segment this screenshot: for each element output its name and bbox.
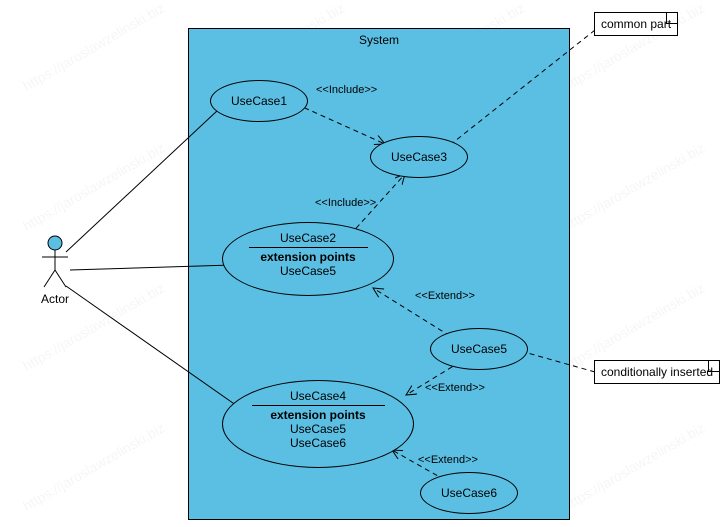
extension-points-heading: extension points: [260, 250, 355, 264]
watermark-text: https://jaroslawzelinski.biz: [560, 419, 707, 513]
usecase-uc2: UseCase2 extension points UseCase5: [222, 222, 394, 296]
usecase-label: UseCase2: [249, 231, 368, 248]
system-title: System: [189, 33, 569, 47]
extension-point: UseCase5: [290, 422, 346, 436]
extension-point: UseCase6: [290, 436, 346, 450]
usecase-uc6: UseCase6: [420, 472, 518, 514]
note-conditionally-inserted: conditionally inserted: [594, 360, 720, 384]
usecase-uc4: UseCase4 extension points UseCase5 UseCa…: [222, 380, 414, 468]
usecase-label: UseCase6: [441, 486, 497, 500]
extension-points-heading: extension points: [270, 408, 365, 422]
watermark-text: https://jaroslawzelinski.biz: [560, 139, 707, 233]
actor-icon: [40, 235, 70, 290]
usecase-uc3: UseCase3: [370, 136, 468, 178]
usecase-label: UseCase5: [451, 342, 507, 356]
usecase-uc1: UseCase1: [210, 80, 308, 122]
usecase-label: UseCase4: [252, 389, 385, 406]
stereo-include: <<Include>>: [316, 84, 377, 96]
usecase-label: UseCase3: [391, 150, 447, 164]
note-fold-icon: [666, 13, 677, 24]
actor-label: Actor: [30, 292, 80, 306]
actor: Actor: [30, 235, 80, 306]
note-text: common part: [601, 17, 671, 31]
usecase-uc5: UseCase5: [430, 328, 528, 370]
extension-point: UseCase5: [280, 264, 336, 278]
note-fold-icon: [708, 361, 719, 372]
diagram-canvas: https://jaroslawzelinski.biz https://jar…: [0, 0, 726, 527]
note-common-part: common part: [594, 12, 678, 36]
usecase-label: UseCase1: [231, 94, 287, 108]
watermark-text: https://jaroslawzelinski.biz: [20, 139, 167, 233]
watermark-text: https://jaroslawzelinski.biz: [20, 0, 167, 94]
stereo-extend: <<Extend>>: [415, 290, 475, 302]
stereo-extend: <<Extend>>: [418, 454, 478, 466]
watermark-text: https://jaroslawzelinski.biz: [20, 419, 167, 513]
note-text: conditionally inserted: [601, 365, 713, 379]
stereo-extend: <<Extend>>: [425, 382, 485, 394]
stereo-include: <<Include>>: [315, 197, 376, 209]
